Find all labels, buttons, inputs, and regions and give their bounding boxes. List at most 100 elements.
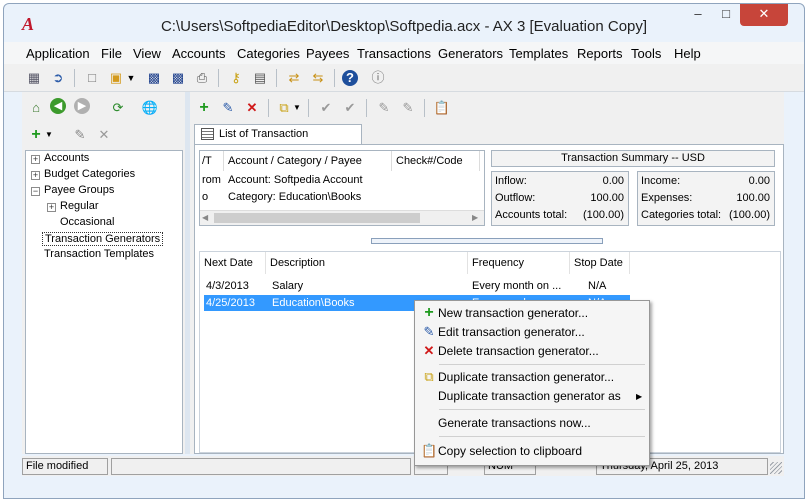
table-row[interactable]: 4/3/2013 Salary Every month on ... N/A — [204, 278, 630, 294]
accounts-summary: Inflow: 0.00 Outflow: 100.00 Accounts to… — [491, 171, 629, 226]
resize-grip-icon[interactable] — [770, 462, 782, 474]
column-header-description[interactable]: Description — [266, 252, 468, 274]
key-icon[interactable]: ⚷ — [226, 68, 246, 88]
expand-icon[interactable]: + — [47, 203, 56, 212]
description-cell: Salary — [272, 280, 304, 292]
column-header-stop-date[interactable]: Stop Date — [570, 252, 630, 274]
menu-application[interactable]: Application — [26, 46, 90, 61]
menu-categories[interactable]: Categories — [237, 46, 300, 61]
new-file-icon[interactable]: □ — [82, 68, 102, 88]
context-menu: + New transaction generator... ✎ Edit tr… — [414, 300, 650, 466]
tree-item-transaction-generators[interactable]: Transaction Generators — [42, 232, 164, 246]
delete-generator-icon[interactable]: ✕ — [242, 98, 262, 118]
edit-icon[interactable]: ✎ — [70, 125, 90, 145]
tree-item-payee-groups[interactable]: Payee Groups — [44, 184, 114, 196]
title-bar: A C:\Users\SoftpediaEditor\Desktop\Softp… — [4, 4, 804, 42]
column-header-next-date[interactable]: Next Date — [200, 252, 266, 274]
edit-generator-icon[interactable]: ✎ — [218, 98, 238, 118]
transfer-left-icon[interactable]: ⇄ — [284, 68, 304, 88]
home-icon[interactable]: ⌂ — [26, 98, 46, 118]
expand-icon[interactable]: + — [31, 155, 40, 164]
back-icon[interactable]: ◀ — [50, 98, 66, 114]
menu-item-duplicate-generator[interactable]: ⧉ Duplicate transaction generator... — [418, 368, 648, 387]
expand-icon[interactable]: + — [31, 171, 40, 180]
column-header-account[interactable]: Account / Category / Payee — [228, 151, 392, 171]
clear-icon[interactable]: ✎ — [374, 98, 394, 118]
dropdown-arrow-icon[interactable]: ▼ — [292, 98, 302, 118]
globe-icon[interactable]: 🌐 — [140, 98, 160, 118]
register-icon[interactable]: ▤ — [250, 68, 270, 88]
transfer-right-icon[interactable]: ⇆ — [308, 68, 328, 88]
account-row-name[interactable]: Category: Education\Books — [228, 191, 388, 203]
scroll-left-icon[interactable]: ◀ — [202, 213, 208, 222]
check-icon[interactable]: ✔ — [316, 98, 336, 118]
navigation-pane: ⌂ ◀ ▶ ⟳ 🌐 + ▼ ✎ ✕ + Accounts + Budget Ca… — [22, 92, 185, 454]
column-header-frequency[interactable]: Frequency — [468, 252, 570, 274]
menu-payees[interactable]: Payees — [306, 46, 349, 61]
tab-transaction-generators[interactable]: List of Transaction Generators — [194, 124, 362, 158]
description-cell: Education\Books — [272, 297, 355, 309]
menu-reports[interactable]: Reports — [577, 46, 623, 61]
scroll-thumb[interactable] — [214, 213, 420, 223]
menu-tools[interactable]: Tools — [631, 46, 661, 61]
menu-templates[interactable]: Templates — [509, 46, 568, 61]
summary-value: 100.00 — [590, 192, 624, 204]
tree-item-occasional[interactable]: Occasional — [60, 216, 114, 228]
add-icon[interactable]: + — [26, 125, 46, 145]
menu-transactions[interactable]: Transactions — [357, 46, 431, 61]
tree-item-regular[interactable]: Regular — [60, 200, 99, 212]
menu-item-edit-generator[interactable]: ✎ Edit transaction generator... — [418, 323, 648, 342]
menu-item-new-generator[interactable]: + New transaction generator... — [418, 304, 648, 323]
print-icon[interactable]: ⎙ — [192, 68, 212, 88]
duplicate-icon[interactable]: ⧉ — [274, 98, 294, 118]
menu-item-delete-generator[interactable]: ✕ Delete transaction generator... — [418, 342, 648, 361]
summary-label: Inflow: — [495, 175, 527, 187]
summary-label: Categories total: — [641, 209, 722, 221]
tree-item-accounts[interactable]: Accounts — [44, 152, 89, 164]
app-window: A C:\Users\SoftpediaEditor\Desktop\Softp… — [3, 3, 805, 499]
menu-view[interactable]: View — [133, 46, 161, 61]
menu-item-copy-clipboard[interactable]: 📋 Copy selection to clipboard — [418, 442, 648, 461]
summary-label: Accounts total: — [495, 209, 568, 221]
exit-icon[interactable]: ➲ — [48, 68, 68, 88]
add-generator-icon[interactable]: + — [194, 98, 214, 118]
save-as-icon[interactable]: ▩ — [168, 68, 188, 88]
properties-icon[interactable]: ▦ — [24, 68, 44, 88]
forward-icon[interactable]: ▶ — [74, 98, 90, 114]
menu-item-generate-now[interactable]: Generate transactions now... — [418, 414, 648, 433]
tree-item-transaction-templates[interactable]: Transaction Templates — [44, 248, 154, 260]
maximize-button[interactable]: □ — [712, 4, 740, 26]
double-check-icon[interactable]: ✔ — [340, 98, 360, 118]
account-row-name[interactable]: Account: Softpedia Account — [228, 174, 388, 186]
frequency-cell: Every month on ... — [472, 280, 562, 292]
minimize-button[interactable]: – — [684, 4, 712, 26]
close-button[interactable]: ✕ — [740, 4, 788, 26]
scroll-right-icon[interactable]: ▶ — [472, 213, 478, 222]
delete-icon[interactable]: ✕ — [94, 125, 114, 145]
refresh-icon[interactable]: ⟳ — [108, 98, 128, 118]
open-folder-icon[interactable]: ▣ — [106, 68, 126, 88]
column-header-check[interactable]: Check#/Code — [396, 151, 480, 171]
duplicate-icon: ⧉ — [424, 369, 434, 384]
horizontal-scrollbar[interactable]: ◀ ▶ — [200, 210, 484, 225]
menu-item-label: Copy selection to clipboard — [438, 444, 583, 458]
collapse-icon[interactable]: − — [31, 187, 40, 196]
menu-item-duplicate-generator-as[interactable]: Duplicate transaction generator as ▶ — [418, 387, 648, 406]
menu-file[interactable]: File — [101, 46, 122, 61]
menu-help[interactable]: Help — [674, 46, 701, 61]
menu-accounts[interactable]: Accounts — [172, 46, 225, 61]
panel-resize-handle[interactable] — [371, 238, 603, 244]
dropdown-arrow-icon[interactable]: ▼ — [44, 125, 54, 145]
save-icon[interactable]: ▩ — [144, 68, 164, 88]
help-icon[interactable]: ? — [342, 70, 358, 86]
clipboard-icon[interactable]: 📋 — [432, 98, 452, 118]
tree-item-budget-categories[interactable]: Budget Categories — [44, 168, 135, 180]
main-toolbar: ▦ ➲ □ ▣ ▼ ▩ ▩ ⎙ ⚷ ▤ ⇄ ⇆ ? ⓘ — [4, 64, 804, 92]
column-header-type[interactable]: /T — [202, 151, 224, 171]
reconcile-icon[interactable]: ✎ — [398, 98, 418, 118]
next-date-cell: 4/25/2013 — [206, 297, 255, 309]
dropdown-arrow-icon[interactable]: ▼ — [126, 68, 136, 88]
menu-generators[interactable]: Generators — [438, 46, 503, 61]
info-icon[interactable]: ⓘ — [368, 68, 388, 88]
toolbar-separator — [308, 99, 309, 117]
